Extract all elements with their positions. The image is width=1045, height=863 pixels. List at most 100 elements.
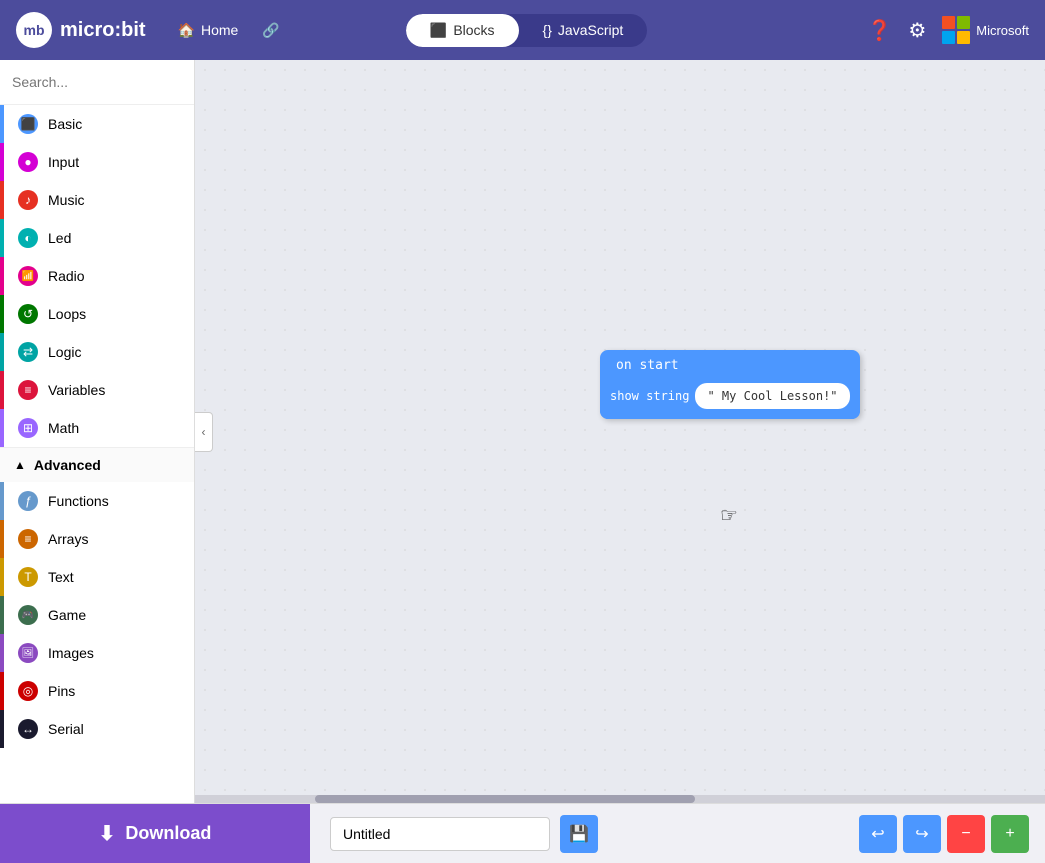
radio-icon: 📶 [18, 266, 38, 286]
functions-icon: ƒ [18, 491, 38, 511]
sidebar-item-variables[interactable]: ≡ Variables [0, 371, 194, 409]
js-tab-label: JavaScript [558, 22, 623, 38]
sidebar-item-pins[interactable]: ◎ Pins [0, 672, 194, 710]
led-label: Led [48, 230, 71, 246]
logo: mb micro:bit [16, 12, 146, 48]
variables-icon: ≡ [18, 380, 38, 400]
horizontal-scrollbar[interactable] [195, 795, 1045, 803]
sidebar-toggle[interactable]: ‹ [195, 412, 213, 452]
block-header: on start [600, 350, 860, 377]
game-label: Game [48, 607, 86, 623]
pins-label: Pins [48, 683, 75, 699]
download-button[interactable]: ⬇ Download [0, 804, 310, 863]
nav-links: 🏠 Home 🔗 [170, 18, 288, 43]
sidebar-item-led[interactable]: ◐ Led [0, 219, 194, 257]
js-icon: {} [543, 22, 552, 38]
settings-icon[interactable]: ⚙ [908, 18, 926, 43]
project-name-input[interactable] [330, 817, 550, 851]
redo-icon: ↪ [915, 824, 928, 844]
block-input[interactable]: " My Cool Lesson!" [695, 383, 849, 409]
logo-text: micro:bit [60, 19, 146, 42]
serial-label: Serial [48, 721, 84, 737]
block-header-text: on start [616, 358, 679, 373]
zoom-out-button[interactable]: − [947, 815, 985, 853]
ms-squares [942, 16, 970, 44]
sidebar-item-serial[interactable]: ↔ Serial [0, 710, 194, 748]
led-icon: ◐ [18, 228, 38, 248]
block-on-start[interactable]: on start show string " My Cool Lesson!" [600, 350, 860, 419]
bottom-bar: ⬇ Download 💾 ↩ ↪ − + [0, 803, 1045, 863]
sidebar-item-game[interactable]: 🎮 Game [0, 596, 194, 634]
redo-button[interactable]: ↪ [903, 815, 941, 853]
sidebar-item-music[interactable]: ♪ Music [0, 181, 194, 219]
save-button[interactable]: 💾 [560, 815, 598, 853]
logo-icon: mb [16, 12, 52, 48]
download-label: Download [125, 823, 211, 844]
block-command: show string [610, 389, 689, 403]
logic-label: Logic [48, 344, 81, 360]
functions-label: Functions [48, 493, 109, 509]
images-icon: 🖼 [18, 643, 38, 663]
share-link[interactable]: 🔗 [254, 18, 287, 43]
block-body: show string " My Cool Lesson!" [600, 377, 860, 419]
sidebar-item-math[interactable]: ⊞ Math [0, 409, 194, 447]
sidebar-item-images[interactable]: 🖼 Images [0, 634, 194, 672]
home-icon: 🏠 [178, 22, 195, 39]
download-icon: ⬇ [99, 821, 116, 846]
sidebar: 🔍 ⬛ Basic ● Input ♪ Music [0, 60, 195, 803]
input-label: Input [48, 154, 79, 170]
home-label: Home [201, 22, 238, 38]
logic-icon: ⇄ [18, 342, 38, 362]
arrays-label: Arrays [48, 531, 88, 547]
search-input[interactable] [12, 74, 193, 90]
math-label: Math [48, 420, 79, 436]
game-icon: 🎮 [18, 605, 38, 625]
zoom-in-button[interactable]: + [991, 815, 1029, 853]
loops-label: Loops [48, 306, 86, 322]
canvas-area: on start show string " My Cool Lesson!" … [195, 60, 1045, 803]
bottom-center: 💾 [310, 815, 859, 853]
save-icon: 💾 [569, 824, 589, 844]
undo-button[interactable]: ↩ [859, 815, 897, 853]
sidebar-item-logic[interactable]: ⇄ Logic [0, 333, 194, 371]
images-label: Images [48, 645, 94, 661]
sidebar-item-functions[interactable]: ƒ Functions [0, 482, 194, 520]
sidebar-list: ⬛ Basic ● Input ♪ Music ◐ Led [0, 105, 194, 803]
bottom-controls: ↩ ↪ − + [859, 815, 1045, 853]
home-link[interactable]: 🏠 Home [170, 18, 247, 43]
sidebar-item-arrays[interactable]: ≡ Arrays [0, 520, 194, 558]
advanced-collapse-icon: ▲ [14, 458, 26, 472]
sidebar-item-loops[interactable]: ↺ Loops [0, 295, 194, 333]
ms-sq-blue [942, 31, 955, 44]
tab-group: ⬛ Blocks {} JavaScript [406, 14, 647, 47]
undo-icon: ↩ [871, 824, 884, 844]
arrays-icon: ≡ [18, 529, 38, 549]
text-icon: T [18, 567, 38, 587]
blocks-tab-label: Blocks [453, 22, 494, 38]
pins-icon: ◎ [18, 681, 38, 701]
scrollbar-thumb[interactable] [315, 795, 695, 803]
cursor-indicator: ☞ [720, 503, 738, 528]
basic-label: Basic [48, 116, 82, 132]
header: mb micro:bit 🏠 Home 🔗 ⬛ Blocks {} JavaSc… [0, 0, 1045, 60]
input-icon: ● [18, 152, 38, 172]
sidebar-item-radio[interactable]: 📶 Radio [0, 257, 194, 295]
sidebar-item-input[interactable]: ● Input [0, 143, 194, 181]
tab-blocks[interactable]: ⬛ Blocks [406, 14, 519, 47]
ms-sq-red [942, 16, 955, 29]
math-icon: ⊞ [18, 418, 38, 438]
advanced-divider[interactable]: ▲ Advanced [0, 447, 194, 482]
microsoft-logo: Microsoft [942, 16, 1029, 44]
basic-icon: ⬛ [18, 114, 38, 134]
tab-javascript[interactable]: {} JavaScript [519, 14, 648, 47]
main-layout: 🔍 ⬛ Basic ● Input ♪ Music [0, 60, 1045, 803]
share-icon: 🔗 [262, 22, 279, 39]
block-value: " My Cool Lesson!" [707, 389, 837, 403]
text-label: Text [48, 569, 74, 585]
music-icon: ♪ [18, 190, 38, 210]
advanced-label: Advanced [34, 457, 101, 473]
sidebar-item-basic[interactable]: ⬛ Basic [0, 105, 194, 143]
zoom-out-icon: − [961, 825, 970, 843]
sidebar-item-text[interactable]: T Text [0, 558, 194, 596]
help-icon[interactable]: ❓ [867, 18, 892, 43]
